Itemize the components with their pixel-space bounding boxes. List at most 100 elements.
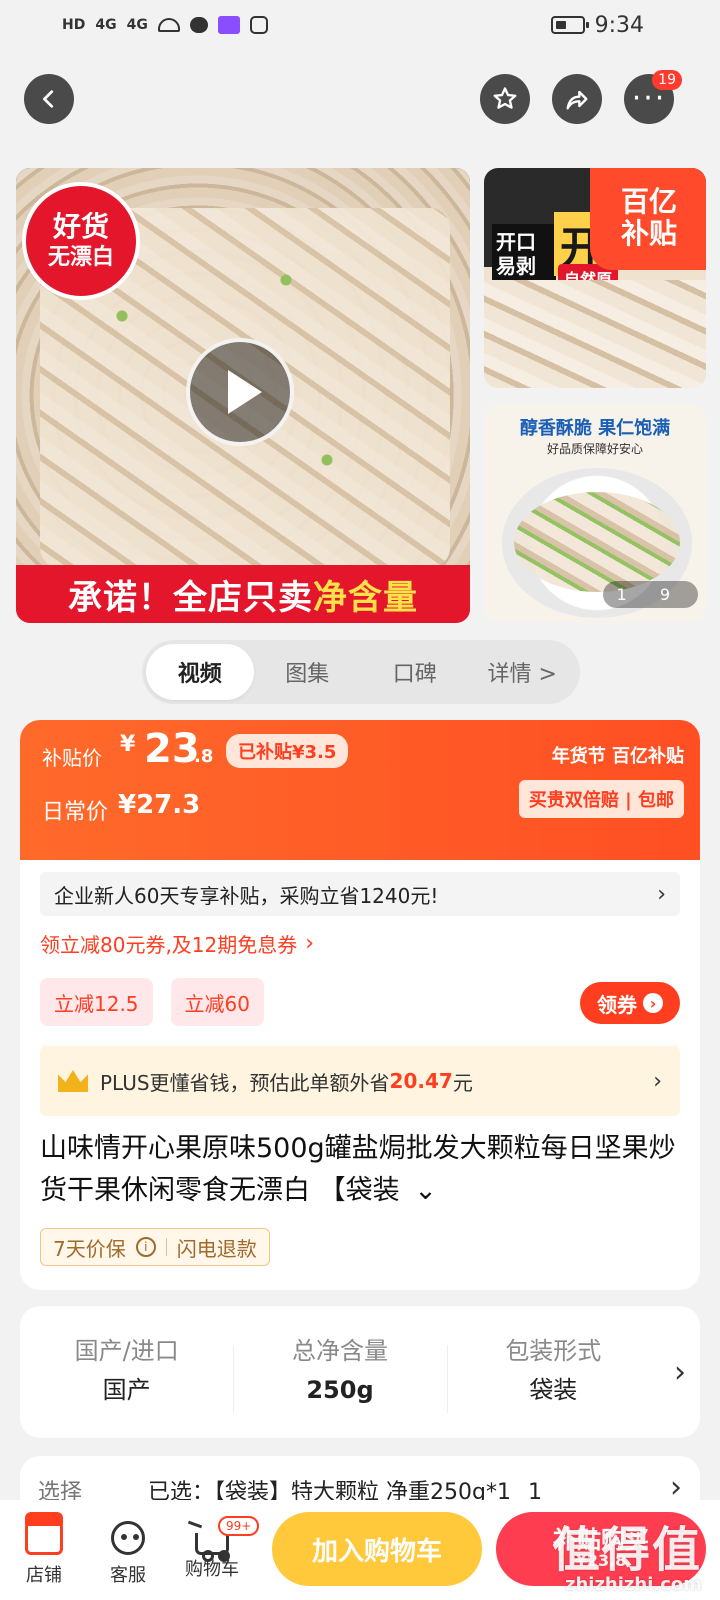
product-title-text: 山味情开心果原味500g罐盐焗批发大颗粒每日坚果炒货干果休闲零食无漂白 【袋装: [40, 1133, 676, 1206]
daily-price-label: 日常价: [42, 800, 109, 825]
watermark: 值得值 zhizhizhi.com: [552, 1510, 702, 1595]
hero-banner-left: 承诺！全店只卖: [68, 577, 313, 618]
enterprise-promo[interactable]: 企业新人60天专享补贴，采购立省1240元! ›: [40, 872, 680, 916]
back-icon: [43, 90, 54, 108]
chevron-right-icon: ›: [657, 881, 666, 907]
spec-packaging: 包装形式 袋装: [446, 1333, 660, 1413]
video-icon: [217, 16, 240, 34]
thumb2-subtitle: 好品质保障好安心: [546, 442, 643, 456]
tab-details[interactable]: 详情 >: [469, 644, 577, 700]
gallery-counter: 1 9: [602, 581, 698, 608]
discount-chip-2[interactable]: 立减60: [170, 978, 264, 1026]
coupon-line-text: 领立减80元券,及12期免息券: [40, 932, 298, 957]
hero-banner-highlight: 净含量: [313, 577, 418, 618]
pistachio-plate-image: [514, 492, 680, 592]
product-title[interactable]: 山味情开心果原味500g罐盐焗批发大颗粒每日坚果炒货干果休闲零食无漂白 【袋装 …: [40, 1128, 680, 1212]
thumb1-nuts-image: [484, 280, 706, 388]
wechat-icon: [189, 17, 208, 33]
plus-text-suffix: 元: [452, 1070, 473, 1095]
plus-savings[interactable]: PLUS更懂省钱，预估此单额外省 20.47 元 ›: [40, 1046, 680, 1116]
cart-icon: [195, 1533, 229, 1562]
signal-4g-2: 4G: [126, 17, 148, 33]
back-button[interactable]: [24, 74, 74, 124]
play-video-button[interactable]: [186, 338, 294, 446]
subsidy-price-dec: .8: [194, 746, 214, 767]
more-badge: 19: [652, 70, 682, 90]
favorite-button[interactable]: [480, 74, 530, 124]
subsidy-price-int: 23: [144, 726, 200, 772]
status-left: HD 4G 4G: [62, 16, 268, 34]
event-subsidy-label[interactable]: 年货节 百亿补贴: [552, 742, 684, 768]
store-label: 店铺: [26, 1565, 62, 1586]
battery-icon: [550, 16, 589, 34]
spec-net-weight: 总净含量 250g: [233, 1333, 446, 1413]
signal-4g-1: 4G: [95, 17, 117, 33]
more-button[interactable]: ··· 19: [624, 70, 682, 124]
service-tags[interactable]: 买贵双倍赔 | 包邮: [518, 780, 684, 818]
hero-tag-line2: 无漂白: [47, 245, 114, 270]
chevron-right-icon: ›: [673, 1354, 686, 1390]
share-icon: [566, 90, 588, 110]
hand-icon: [249, 16, 268, 34]
customer-service-button[interactable]: 客服: [84, 1514, 172, 1594]
spec-net-weight-value: 250g: [306, 1376, 374, 1404]
subsidized-pill: 已补贴¥3.5: [226, 734, 349, 768]
chevron-right-icon: ›: [653, 1068, 662, 1094]
customer-service-label: 客服: [110, 1565, 146, 1586]
share-button[interactable]: [552, 74, 602, 124]
coupon-line[interactable]: 领立减80元券,及12期免息券 ›: [40, 926, 680, 960]
spec-packaging-value: 袋装: [529, 1376, 578, 1404]
daily-price-value: ¥27.3: [118, 790, 201, 820]
plus-text-prefix: PLUS更懂省钱，预估此单额外省: [100, 1070, 390, 1095]
hero-media[interactable]: 好货 无漂白 承诺！全店只卖 净含量: [16, 168, 470, 623]
guarantees: 7天价保 i 闪电退款: [40, 1228, 680, 1266]
tab-gallery[interactable]: 图集: [254, 644, 362, 700]
get-coupon-button[interactable]: 领券 ›: [580, 982, 680, 1024]
hero-tag: 好货 无漂白: [22, 182, 140, 300]
fast-refund: 闪电退款: [176, 1236, 257, 1261]
spec-origin-key: 国产/进口: [74, 1337, 179, 1365]
tab-reviews[interactable]: 口碑: [361, 644, 469, 700]
plus-savings-left: PLUS更懂省钱，预估此单额外省 20.47 元: [58, 1067, 473, 1096]
gallery-thumb-2[interactable]: 醇香酥脆 果仁饱满 好品质保障好安心 1 9: [484, 404, 706, 622]
chevron-right-icon: ›: [305, 930, 315, 956]
crown-icon: [58, 1070, 88, 1092]
discount-chip-1[interactable]: 立减12.5: [40, 978, 153, 1026]
chevron-down-icon: ⌄: [414, 1175, 437, 1206]
subsidy-price-label: 补贴价: [42, 746, 102, 770]
spec-origin-value: 国产: [102, 1376, 151, 1404]
spec-card[interactable]: 国产/进口 国产 总净含量 250g 包装形式 袋装 ›: [20, 1306, 700, 1438]
hd-indicator: HD: [62, 17, 86, 33]
info-icon[interactable]: i: [135, 1237, 156, 1257]
top-nav: ··· 19: [0, 66, 720, 130]
currency-symbol: ¥: [120, 732, 136, 757]
store-button[interactable]: 店铺: [0, 1512, 88, 1594]
spec-packaging-key: 包装形式: [505, 1337, 602, 1365]
star-icon: [493, 87, 517, 109]
divider: [165, 1238, 167, 1256]
gallery-thumb-1[interactable]: 开口易剥 开 自然原 百亿 补贴: [484, 168, 706, 388]
status-right: 9:34: [550, 13, 644, 38]
watermark-main: 值得值: [551, 1522, 702, 1578]
add-to-cart-button[interactable]: 加入购物车: [272, 1512, 482, 1586]
guarantee-box[interactable]: 7天价保 i 闪电退款: [40, 1228, 270, 1266]
wifi-icon: [157, 18, 180, 32]
cart-button[interactable]: 99+ 购物车: [168, 1514, 260, 1594]
play-icon: [228, 370, 262, 414]
price-header: 补贴价 ¥ 23 .8 已补贴¥3.5 日常价 ¥27.3 年货节 百亿补贴 买…: [20, 720, 700, 860]
price-protection: 7天价保: [53, 1236, 126, 1261]
watermark-sub: zhizhizhi.com: [564, 1574, 702, 1595]
cart-badge: 99+: [218, 1516, 260, 1536]
tab-video[interactable]: 视频: [146, 644, 254, 700]
status-bar: HD 4G 4G 9:34: [0, 0, 720, 50]
chat-icon: [111, 1521, 145, 1555]
hero-banner: 承诺！全店只卖 净含量: [16, 565, 470, 623]
media-tabs: 视频 图集 口碑 详情 >: [142, 640, 580, 704]
store-icon: [25, 1512, 63, 1555]
thumb1-text-left: 开口易剥: [492, 224, 556, 284]
subsidy-line2: 补贴: [620, 217, 677, 250]
subsidy-line1: 百亿: [620, 185, 677, 218]
enterprise-promo-text: 企业新人60天专享补贴，采购立省1240元!: [54, 883, 439, 908]
spec-net-weight-key: 总净含量: [291, 1337, 388, 1365]
price-card: 补贴价 ¥ 23 .8 已补贴¥3.5 日常价 ¥27.3 年货节 百亿补贴 买…: [20, 720, 700, 1290]
